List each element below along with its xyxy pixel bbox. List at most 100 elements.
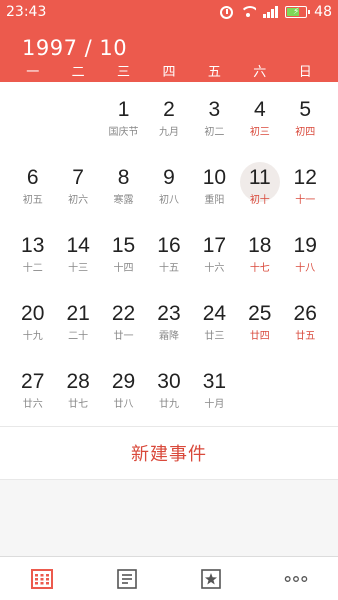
day-number: 26 [293,302,317,325]
calendar-day-cell[interactable]: 14 十三 [57,228,99,288]
calendar-week-row: 13 十二 14 十三 15 十四 16 十五 17 十六 18 十七 19 十八 [0,228,338,296]
lunar-date: 廿九 [158,399,179,410]
calendar-day-cell[interactable]: 9 初八 [148,160,190,220]
calendar-day-cell[interactable]: 3 初二 [193,92,235,152]
alarm-icon [220,5,234,19]
events-area [0,480,338,556]
day-number: 30 [157,370,181,393]
calendar-day-cell[interactable]: 5 初四 [284,92,326,152]
lunar-date: 十二 [22,263,43,274]
battery-level: 48 [314,4,332,20]
lunar-date: 初十 [249,195,270,206]
day-number: 8 [117,166,130,189]
calendar-day-cell[interactable]: 31 十月 [193,364,235,424]
lunar-date: 廿八 [113,399,134,410]
day-number: 16 [157,234,181,257]
lunar-date: 十七 [249,263,270,274]
lunar-date: 国庆节 [108,127,139,138]
lunar-date: 十月 [204,399,225,410]
day-number: 6 [26,166,39,189]
lunar-date: 九月 [158,127,179,138]
lunar-date: 十一 [295,195,316,206]
month-title[interactable]: 1997 / 10 [22,36,127,60]
day-number: 20 [21,302,45,325]
day-number: 1 [117,98,130,121]
lunar-date: 重阳 [204,195,225,206]
more-icon[interactable] [284,567,308,591]
day-number: 31 [202,370,227,393]
calendar-week-row: 20 十九 21 二十 22 廿一 23 霜降 24 廿三 25 廿四 26 廿五 [0,296,338,364]
day-number: 15 [111,234,136,257]
day-number: 13 [21,234,45,257]
day-number: 2 [163,98,175,121]
calendar-day-cell[interactable]: 12 十一 [284,160,326,220]
new-event-button[interactable]: 新建事件 [0,427,338,479]
signal-icon [263,6,279,18]
weekday-label: 五 [207,65,221,80]
status-icons: ⚡ 48 [220,4,332,20]
day-number: 9 [163,166,175,189]
lunar-date: 二十 [68,331,89,342]
calendar-day-cell[interactable]: 19 十八 [284,228,326,288]
lunar-date: 寒露 [113,195,134,206]
calendar-day-cell[interactable]: 28 廿七 [57,364,99,424]
lunar-date: 初四 [295,127,316,138]
lunar-date: 廿五 [295,331,316,342]
day-number: 21 [66,302,90,325]
lunar-date: 廿六 [22,399,43,410]
calendar-grid-icon[interactable] [30,567,54,591]
lunar-date: 初三 [249,127,270,138]
calendar-day-cell[interactable]: 13 十二 [12,228,54,288]
day-number: 28 [66,370,90,393]
list-icon[interactable] [115,567,139,591]
star-icon[interactable] [199,567,223,591]
bottom-tab-bar [0,556,338,600]
lunar-date: 廿三 [204,331,225,342]
calendar-day-cell[interactable]: 17 十六 [193,228,235,288]
day-number: 18 [248,234,272,257]
calendar-day-cell[interactable]: 24 廿三 [193,296,235,356]
lunar-date: 十六 [204,263,225,274]
calendar-day-cell[interactable]: 11 初十 [239,160,281,220]
calendar-day-cell[interactable]: 26 廿五 [284,296,326,356]
lunar-date: 初六 [68,195,89,206]
weekday-label: 一 [26,65,40,80]
calendar-day-cell[interactable]: 10 重阳 [193,160,235,220]
day-number: 17 [202,234,227,257]
calendar-day-cell[interactable]: 22 廿一 [103,296,145,356]
battery-icon: ⚡ [285,6,311,18]
weekday-label: 日 [298,65,312,80]
day-number: 3 [208,98,221,121]
lunar-date: 十四 [113,263,134,274]
day-number: 10 [202,166,227,189]
lunar-date: 廿四 [249,331,270,342]
calendar-week-row: 1 国庆节 2 九月 3 初二 4 初三 5 初四 [0,92,338,160]
calendar-week-row: 27 廿六 28 廿七 29 廿八 30 廿九 31 十月 [0,364,338,432]
day-number: 23 [157,302,181,325]
calendar-day-cell[interactable]: 8 寒露 [103,160,145,220]
weekday-label: 三 [117,65,131,80]
day-number: 24 [202,302,227,325]
calendar-day-cell[interactable]: 16 十五 [148,228,190,288]
calendar-day-cell[interactable]: 1 国庆节 [103,92,145,152]
day-number: 4 [253,98,266,121]
calendar-day-cell[interactable]: 21 二十 [57,296,99,356]
calendar-day-cell[interactable]: 6 初五 [12,160,54,220]
calendar-day-cell[interactable]: 4 初三 [239,92,281,152]
day-number: 19 [293,234,317,257]
calendar-day-cell[interactable]: 30 廿九 [148,364,190,424]
calendar-day-cell[interactable]: 7 初六 [57,160,99,220]
day-number: 14 [66,234,90,257]
lunar-date: 十三 [68,263,89,274]
wifi-icon [240,6,257,18]
calendar-day-cell[interactable]: 20 十九 [12,296,54,356]
calendar-day-cell[interactable]: 18 十七 [239,228,281,288]
calendar-day-cell[interactable]: 23 霜降 [148,296,190,356]
weekday-label: 六 [253,65,267,80]
calendar-day-cell[interactable]: 29 廿八 [103,364,145,424]
status-bar: 23:43 ⚡ 48 [0,0,338,26]
calendar-day-cell[interactable]: 25 廿四 [239,296,281,356]
calendar-day-cell[interactable]: 15 十四 [103,228,145,288]
calendar-day-cell[interactable]: 27 廿六 [12,364,54,424]
calendar-day-cell[interactable]: 2 九月 [148,92,190,152]
